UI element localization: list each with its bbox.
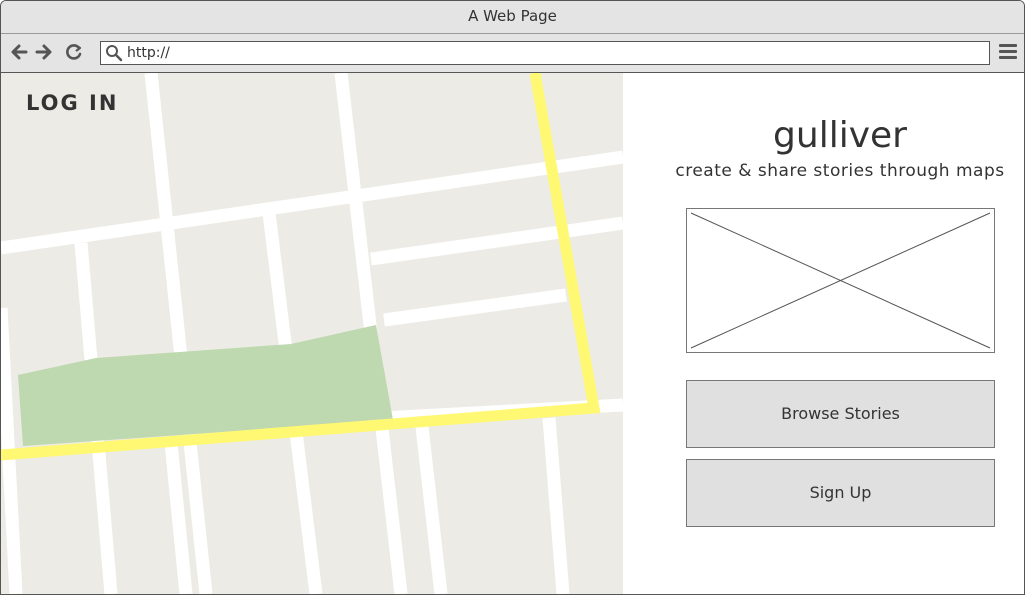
map-roads — [1, 73, 623, 594]
window-title: A Web Page — [468, 7, 557, 25]
app-title: gulliver — [773, 115, 907, 156]
url-input[interactable]: http:// — [100, 41, 990, 65]
map-graphic — [1, 73, 623, 594]
app-tagline: create & share stories through maps — [675, 161, 1005, 181]
login-link[interactable]: LOG IN — [26, 91, 118, 115]
map[interactable]: LOG IN — [1, 73, 623, 594]
image-placeholder-icon — [690, 212, 991, 349]
browser-window: A Web Page http:// LOG IN gulliver creat… — [0, 0, 1025, 595]
window-titlebar: A Web Page — [1, 1, 1024, 34]
url-text: http:// — [127, 45, 170, 61]
back-arrow-icon[interactable] — [9, 42, 29, 62]
browser-toolbar: http:// — [1, 34, 1024, 73]
image-placeholder — [686, 208, 995, 353]
search-icon — [105, 44, 123, 66]
forward-arrow-icon[interactable] — [34, 42, 54, 62]
sign-up-button[interactable]: Sign Up — [686, 459, 995, 527]
browse-stories-button[interactable]: Browse Stories — [686, 380, 995, 448]
page-content: LOG IN gulliver create & share stories t… — [1, 73, 1024, 594]
reload-icon[interactable] — [64, 42, 84, 62]
hamburger-menu-icon[interactable] — [999, 44, 1017, 60]
side-panel: gulliver create & share stories through … — [623, 73, 1024, 594]
